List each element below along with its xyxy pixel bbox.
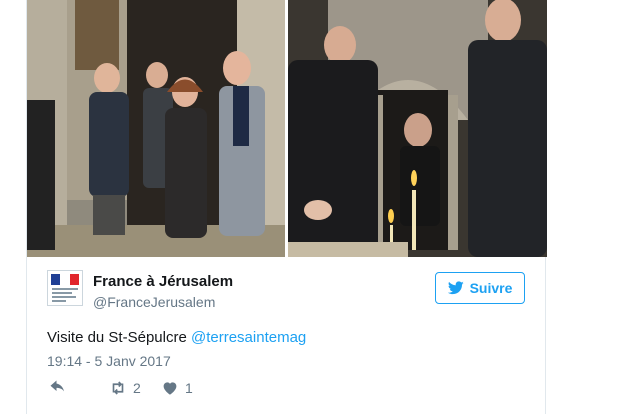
reply-button[interactable] (49, 379, 67, 397)
follow-button[interactable]: Suivre (435, 272, 525, 304)
tweet-header: France à Jérusalem @FranceJerusalem Suiv… (47, 270, 527, 314)
retweet-icon (112, 381, 124, 395)
tweet-photo-2[interactable] (288, 0, 547, 257)
follow-label: Suivre (469, 280, 513, 296)
avatar-text-lines (52, 288, 78, 304)
photo-grid (27, 0, 547, 257)
tweet-text: Visite du St-Sépulcre @terresaintemag (47, 329, 306, 346)
tweet-body: Visite du St-Sépulcre (47, 329, 187, 346)
retweet-count: 2 (133, 380, 141, 396)
tweet-timestamp[interactable]: 19:14 - 5 Janv 2017 (47, 353, 171, 369)
avatar[interactable] (47, 270, 83, 306)
twitter-bird-icon (447, 281, 464, 295)
tweet-photo-1[interactable] (27, 0, 285, 257)
tweet-card: France à Jérusalem @FranceJerusalem Suiv… (26, 0, 547, 414)
retweet-button[interactable]: 2 (109, 379, 141, 397)
reply-icon (50, 380, 64, 392)
author-name[interactable]: France à Jérusalem (93, 273, 233, 290)
author-handle[interactable]: @FranceJerusalem (93, 294, 215, 310)
heart-icon (163, 382, 177, 395)
like-count: 1 (185, 380, 193, 396)
french-flag-icon (51, 274, 79, 285)
mention-link[interactable]: @terresaintemag (191, 329, 306, 346)
like-button[interactable]: 1 (161, 379, 193, 397)
